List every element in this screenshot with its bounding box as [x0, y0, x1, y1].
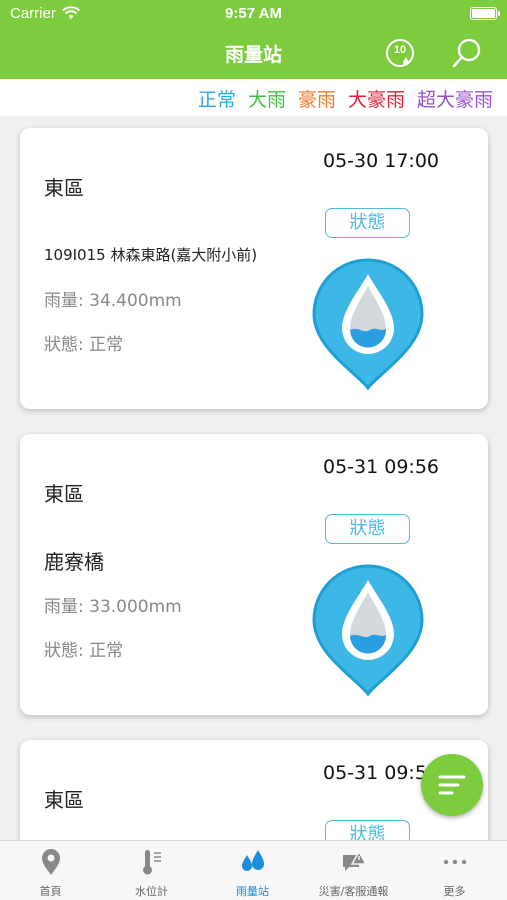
ten-minute-label: 10	[393, 44, 407, 56]
status-button[interactable]: 狀態	[325, 514, 410, 544]
thermometer-gauge-icon	[143, 850, 161, 875]
station-name: 109I015 林森東路(嘉大附小前)	[44, 246, 258, 264]
tab-label: 更多	[443, 885, 466, 898]
filter-icon	[438, 775, 466, 795]
tab-more[interactable]: 更多	[404, 841, 505, 900]
battery-icon	[470, 7, 500, 20]
rain-level-legend: 正常 大雨 豪雨 大豪雨 超大豪雨	[0, 79, 507, 116]
tab-label: 水位計	[135, 885, 168, 898]
legend-item: 大雨	[247, 89, 286, 111]
tab-bar: 首頁 水位計 雨量站 災害/客服通報 更多	[0, 840, 507, 900]
legend-item: 正常	[197, 89, 236, 111]
ten-minute-button[interactable]: 10	[384, 37, 416, 69]
timestamp: 05-30 17:00	[323, 150, 440, 172]
page-title: 雨量站	[224, 44, 282, 66]
nav-bar: 雨量站 10	[0, 28, 507, 79]
status-button[interactable]: 狀態	[325, 208, 410, 238]
station-card[interactable]: 東區 05-30 17:00 狀態 109I015 林森東路(嘉大附小前) 雨量…	[20, 128, 488, 409]
more-dots-icon	[443, 859, 467, 865]
status-time: 9:57 AM	[225, 5, 282, 22]
location-pin-icon	[42, 849, 60, 875]
raindrops-icon	[242, 850, 264, 871]
tab-label: 首頁	[39, 885, 62, 898]
district-label: 東區	[44, 482, 84, 506]
tab-rain-station[interactable]: 雨量站	[202, 841, 303, 900]
tab-water-level[interactable]: 水位計	[101, 841, 202, 900]
timestamp: 05-31 09:56	[323, 456, 440, 478]
legend-item: 超大豪雨	[416, 89, 493, 111]
tab-home[interactable]: 首頁	[0, 841, 101, 900]
station-name: 鹿寮橋	[44, 550, 104, 574]
rainfall-value: 雨量: 34.400mm	[44, 291, 182, 311]
filter-button[interactable]	[421, 754, 483, 816]
district-label: 東區	[44, 176, 84, 200]
water-drop-pin-icon	[312, 258, 424, 390]
timestamp: 05-31 09:5	[323, 762, 427, 784]
legend-item: 大豪雨	[347, 89, 405, 111]
search-icon[interactable]	[450, 36, 484, 70]
report-bubble-icon	[343, 850, 368, 871]
status-value: 狀態: 正常	[44, 335, 124, 355]
status-value: 狀態: 正常	[44, 641, 124, 661]
district-label: 東區	[44, 788, 84, 812]
tab-label: 災害/客服通報	[318, 885, 389, 898]
water-drop-pin-icon	[312, 564, 424, 696]
tab-label: 雨量站	[236, 885, 269, 898]
legend-item: 豪雨	[297, 89, 336, 111]
station-card[interactable]: 東區 05-31 09:56 狀態 鹿寮橋 雨量: 33.000mm 狀態: 正…	[20, 434, 488, 715]
tab-report[interactable]: 災害/客服通報	[303, 841, 404, 900]
status-bar: Carrier 9:57 AM	[0, 0, 507, 28]
rainfall-value: 雨量: 33.000mm	[44, 597, 182, 617]
